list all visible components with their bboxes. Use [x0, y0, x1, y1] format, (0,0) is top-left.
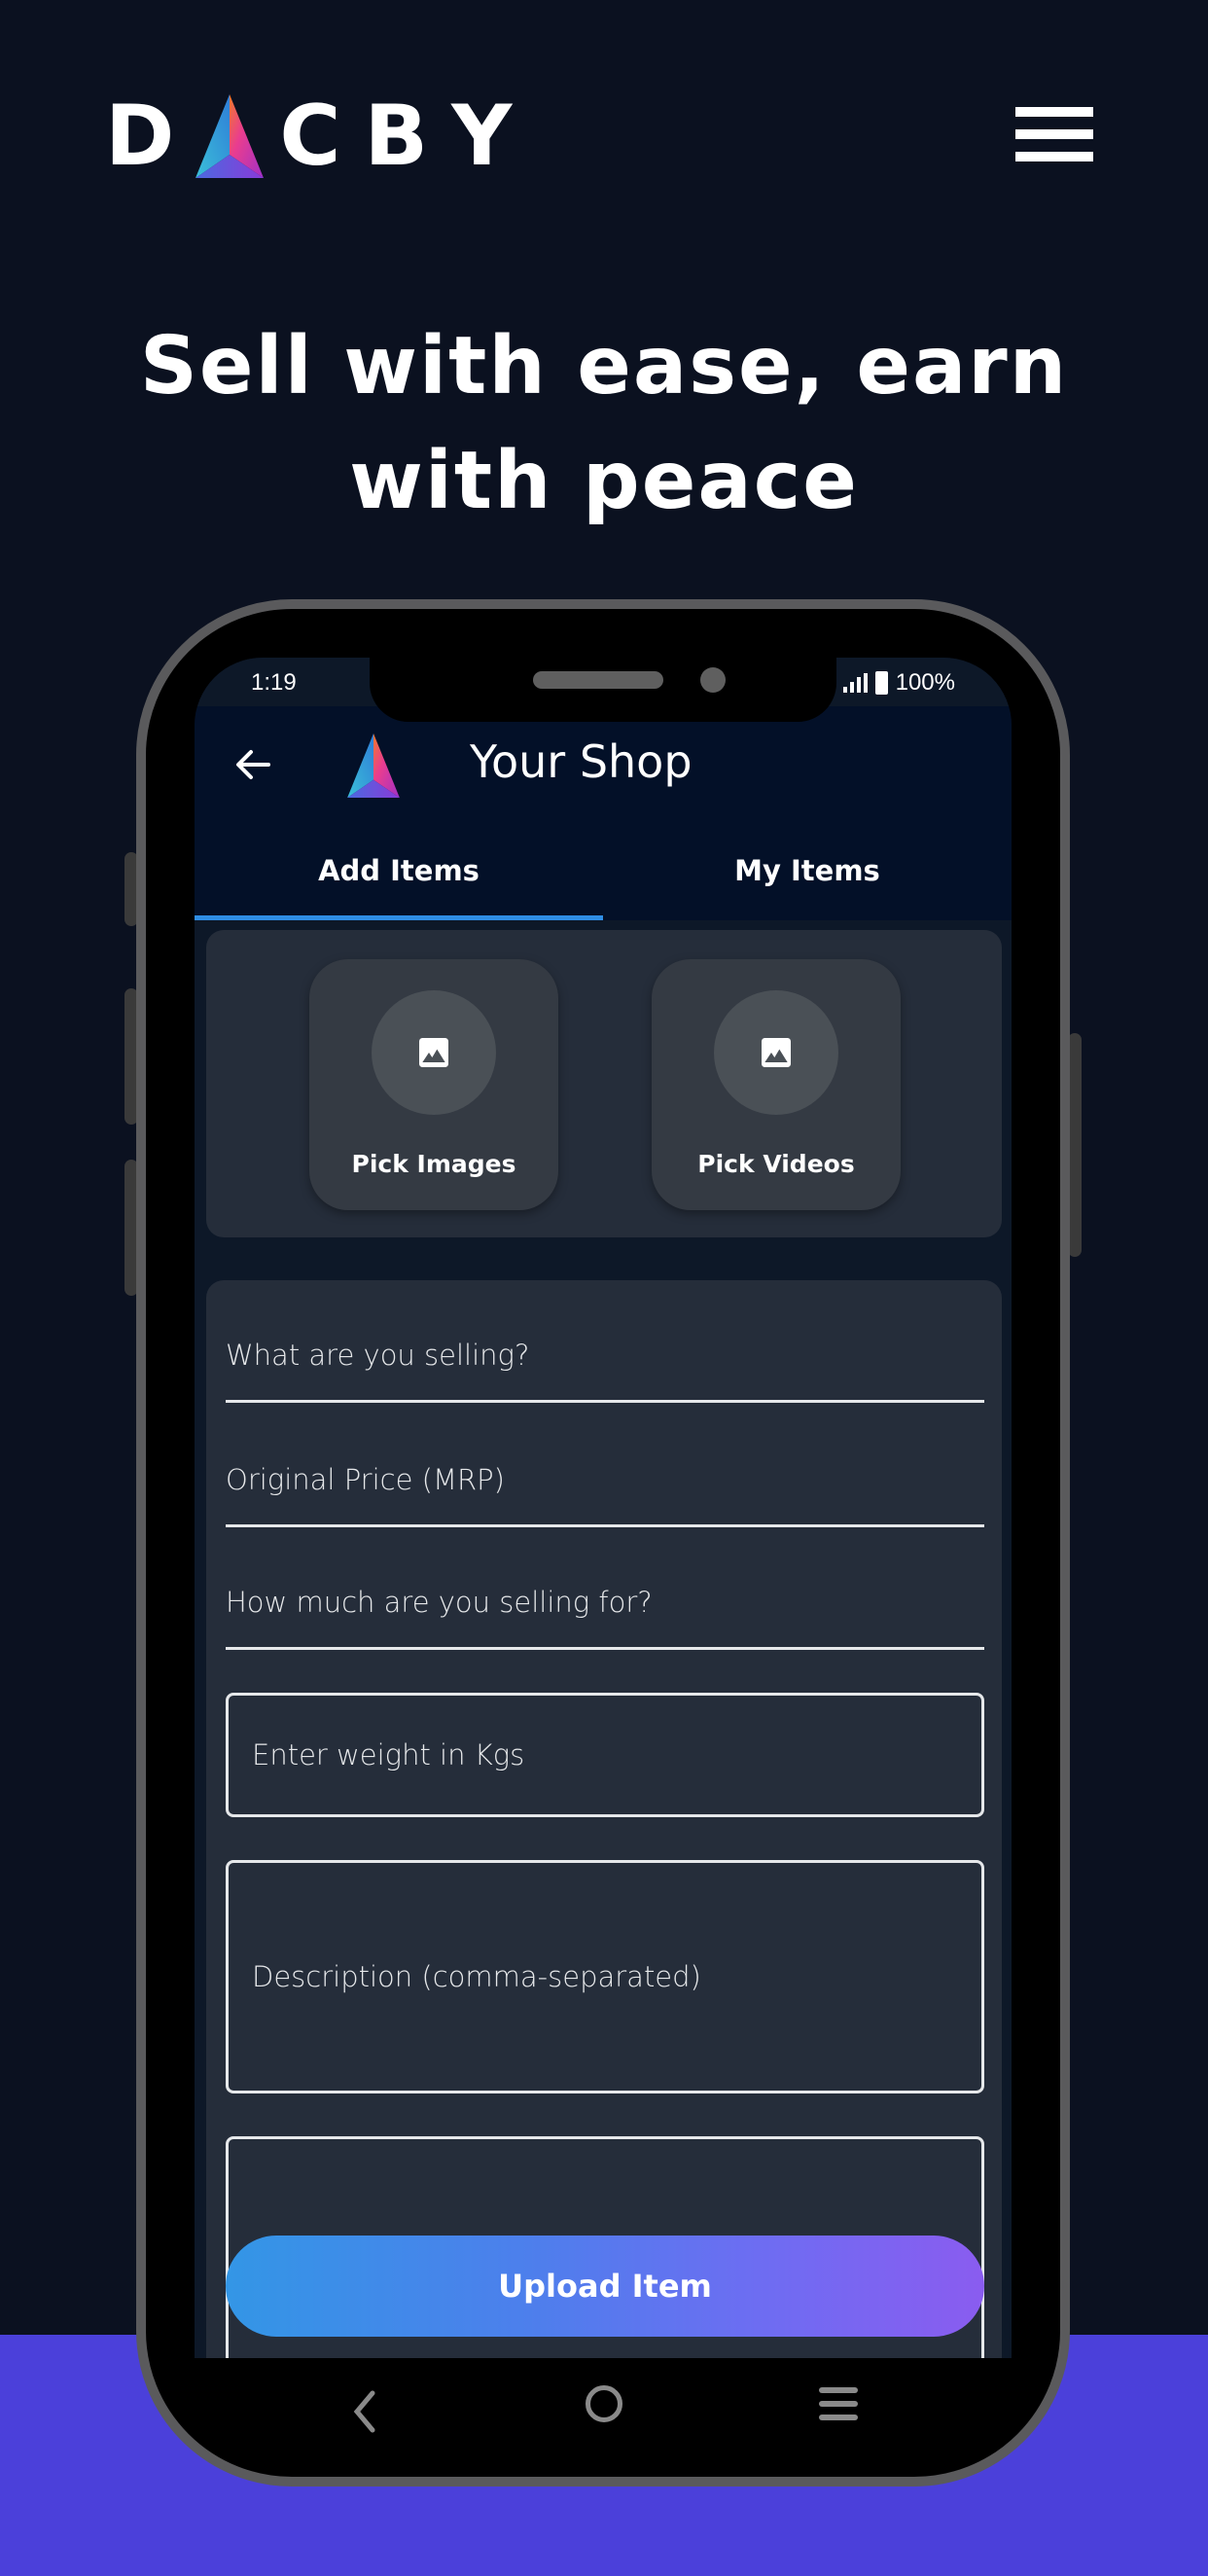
pick-images-label: Pick Images — [351, 1150, 516, 1178]
battery-icon — [874, 671, 888, 695]
tab-bar: Add Items My Items — [195, 827, 1012, 920]
original-price-field — [226, 1405, 984, 1527]
recents-bar — [819, 2401, 858, 2407]
image-icon — [419, 1038, 448, 1067]
selling-price-field — [226, 1527, 984, 1650]
pick-videos-circle — [714, 990, 838, 1115]
app-bar: Your Shop — [195, 706, 1012, 827]
status-indicators: 100% — [842, 669, 955, 697]
pick-videos-label: Pick Videos — [697, 1150, 855, 1178]
menu-bar — [1015, 152, 1093, 161]
weight-input[interactable] — [229, 1696, 981, 1814]
nav-back-icon[interactable] — [345, 2387, 384, 2436]
back-arrow-icon[interactable] — [230, 741, 276, 788]
weight-field — [226, 1693, 984, 1817]
nav-recents-icon[interactable] — [819, 2387, 858, 2420]
logo-letter-d: D — [105, 88, 175, 185]
phone-screen: 1:19 100% Your Shop Add Items My Items P… — [195, 658, 1012, 2358]
signal-icon — [842, 673, 868, 693]
logo-letter-y: Y — [451, 88, 513, 185]
original-price-input[interactable] — [226, 1405, 984, 1524]
app-title: Your Shop — [470, 735, 693, 788]
app-logo-icon — [347, 733, 400, 798]
image-icon — [762, 1038, 791, 1067]
content-area: Pick Images Pick Videos — [195, 920, 1012, 2358]
menu-bar — [1015, 129, 1093, 139]
pick-images-circle — [372, 990, 496, 1115]
item-form-card — [206, 1280, 1002, 2358]
pick-videos-button[interactable]: Pick Videos — [652, 959, 901, 1210]
phone-power-button — [1068, 1033, 1082, 1257]
upload-item-button[interactable]: Upload Item — [226, 2236, 984, 2337]
media-picker-card: Pick Images Pick Videos — [206, 930, 1002, 1237]
brand-logo[interactable]: D C B Y — [105, 93, 512, 179]
recents-bar — [819, 2387, 858, 2393]
phone-speaker — [533, 671, 663, 689]
hero-headline: Sell with ease, earn with peace — [0, 309, 1208, 539]
nav-home-icon[interactable] — [586, 2385, 622, 2422]
menu-bar — [1015, 107, 1093, 117]
system-nav-bar — [195, 2358, 1012, 2465]
logo-triangle-icon — [195, 94, 265, 178]
pick-images-button[interactable]: Pick Images — [309, 959, 558, 1210]
headline-line-1: Sell with ease, earn — [139, 320, 1069, 412]
status-time: 1:19 — [251, 669, 297, 696]
item-name-field — [226, 1280, 984, 1403]
description-input[interactable] — [229, 1957, 981, 1996]
phone-notch — [370, 658, 836, 722]
logo-letter-b: B — [364, 88, 429, 185]
hamburger-menu-icon[interactable] — [1015, 107, 1093, 161]
recents-bar — [819, 2415, 858, 2420]
tab-add-items[interactable]: Add Items — [195, 827, 603, 920]
battery-percent: 100% — [895, 669, 955, 696]
tab-my-items[interactable]: My Items — [603, 827, 1012, 920]
headline-line-2: with peace — [349, 435, 859, 527]
selling-price-input[interactable] — [226, 1527, 984, 1647]
item-name-input[interactable] — [226, 1280, 984, 1400]
logo-letter-c: C — [279, 88, 341, 185]
description-field — [226, 1860, 984, 2093]
front-camera — [700, 667, 726, 693]
